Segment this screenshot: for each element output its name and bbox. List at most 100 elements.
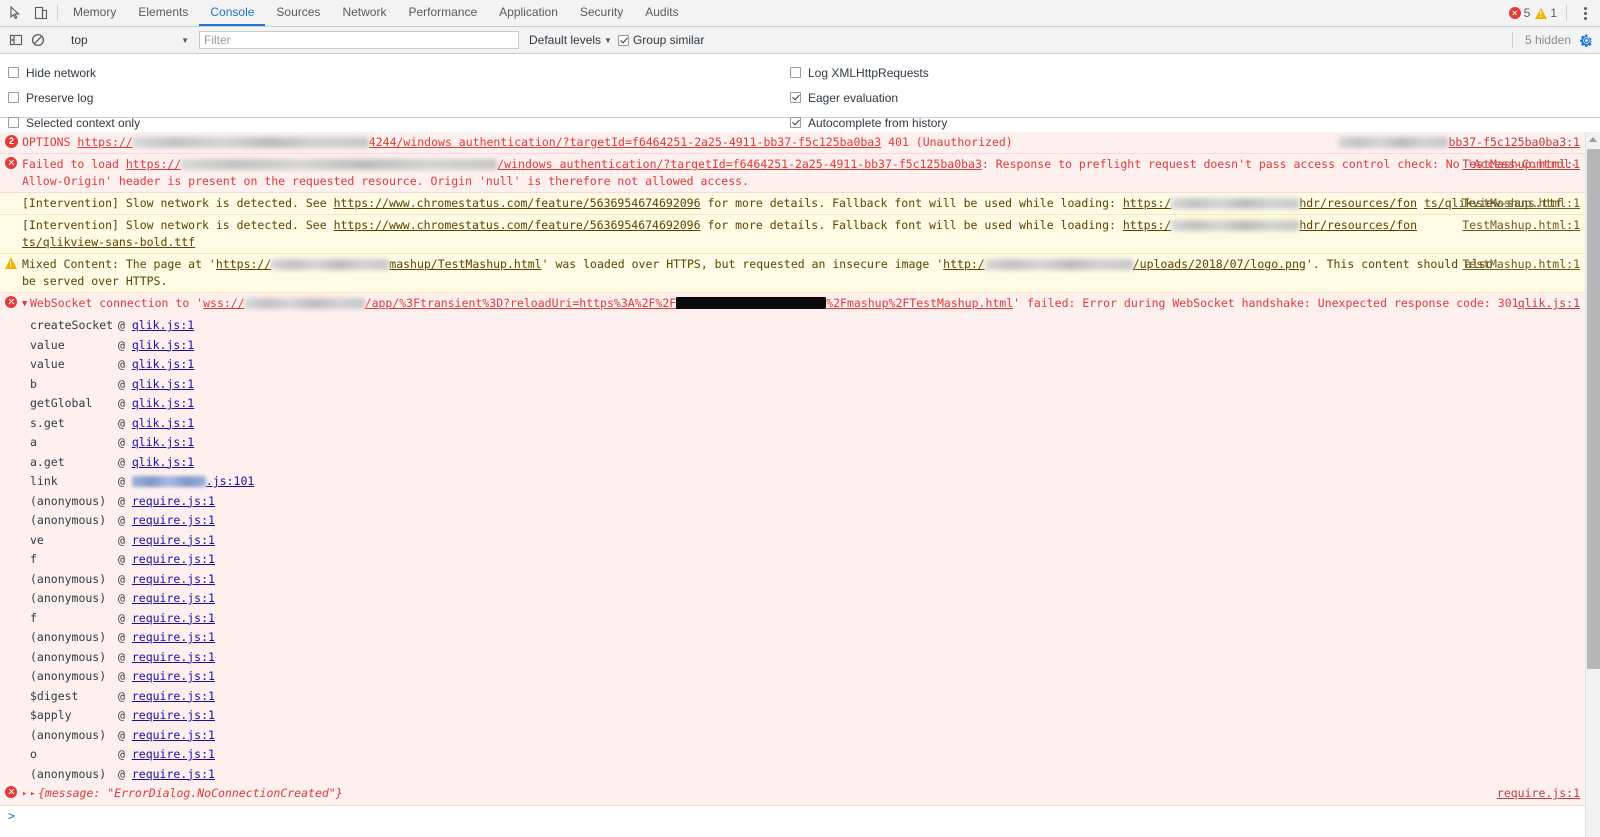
console-scrollbar[interactable] (1585, 132, 1600, 837)
stack-frame-link[interactable]: require.js:1 (132, 650, 215, 664)
preserve-log-checkbox[interactable] (8, 92, 19, 103)
stack-frame-link[interactable]: require.js:1 (132, 708, 215, 722)
stack-frame-link[interactable]: qlik.js:1 (132, 416, 194, 430)
filter-input[interactable] (199, 31, 519, 49)
stack-frame[interactable]: b @ qlik.js:1 (0, 373, 1600, 393)
stack-frame-link[interactable]: qlik.js:1 (132, 377, 194, 391)
console-message-cors-failure[interactable]: Failed to load https:///windows authenti… (0, 154, 1600, 193)
tab-memory[interactable]: Memory (62, 0, 127, 26)
tab-security[interactable]: Security (569, 0, 634, 26)
page-url[interactable]: https://mashup/TestMashup.html (216, 257, 542, 271)
kebab-menu-icon[interactable] (1576, 6, 1594, 20)
stack-frame-link[interactable]: require.js:1 (132, 513, 215, 527)
stack-frame-link[interactable]: require.js:1 (132, 572, 215, 586)
font-filename[interactable]: ts/qlikview-sans-bold.ttf (22, 234, 195, 251)
stack-frame-link[interactable]: qlik.js:1 (132, 357, 194, 371)
insecure-image-url[interactable]: http://uploads/2018/07/logo.png (943, 257, 1306, 271)
stack-frame[interactable]: (anonymous) @ require.js:1 (0, 510, 1600, 530)
stack-frame[interactable]: o @ require.js:1 (0, 744, 1600, 764)
tab-console[interactable]: Console (199, 0, 266, 26)
stack-frame[interactable]: $digest @ require.js:1 (0, 685, 1600, 705)
eager-evaluation-checkbox[interactable] (790, 92, 801, 103)
group-similar-checkbox[interactable] (617, 34, 629, 46)
stack-frame-link[interactable]: require.js:1 (132, 630, 215, 644)
stack-frame-link[interactable]: require.js:1 (132, 533, 215, 547)
clear-console-icon[interactable] (30, 32, 46, 48)
stack-frame-link[interactable]: require.js:1 (132, 611, 215, 625)
setting-log-xmlhttprequests[interactable]: Log XMLHttpRequests (790, 60, 947, 85)
stack-frame[interactable]: value @ qlik.js:1 (0, 354, 1600, 374)
setting-preserve-log[interactable]: Preserve log (8, 85, 140, 110)
stack-frame[interactable]: (anonymous) @ require.js:1 (0, 646, 1600, 666)
group-similar-toggle[interactable]: Group similar (617, 33, 704, 47)
stack-frame-link[interactable]: qlik.js:1 (132, 396, 194, 410)
console-message-list[interactable]: 2 OPTIONS https://4244/windows authentic… (0, 132, 1600, 837)
stack-frame-link[interactable]: require.js:1 (132, 494, 215, 508)
stack-frame[interactable]: f @ require.js:1 (0, 607, 1600, 627)
scrollbar-thumb[interactable] (1587, 149, 1600, 669)
font-url[interactable]: https:/hdr/resources/fon (1123, 196, 1417, 210)
message-source-link[interactable]: require.js:1 (1497, 785, 1580, 802)
message-source-link[interactable]: TestMashup.html:1 (1462, 217, 1580, 234)
websocket-url[interactable]: wss:///app/%3Ftransient%3D?reloadUri=htt… (203, 296, 1013, 310)
stack-frame-link[interactable]: qlik.js:1 (132, 338, 194, 352)
scroll-up-arrow-icon[interactable] (1589, 137, 1597, 142)
message-source-link[interactable]: bb37-f5c125ba0ba3:1 (1338, 134, 1580, 151)
tab-network[interactable]: Network (331, 0, 397, 26)
message-source-link[interactable]: TestMashup.html:1 (1462, 195, 1580, 212)
stack-frame-link[interactable]: qlik.js:1 (132, 318, 194, 332)
tab-audits[interactable]: Audits (634, 0, 689, 26)
stack-frame[interactable]: f @ require.js:1 (0, 549, 1600, 569)
stack-frame[interactable]: ve @ require.js:1 (0, 529, 1600, 549)
stack-frame-link[interactable]: require.js:1 (132, 552, 215, 566)
stack-frame-link[interactable]: qlik.js:1 (132, 435, 194, 449)
stack-frame[interactable]: a @ qlik.js:1 (0, 432, 1600, 452)
stack-frame-link[interactable]: require.js:1 (132, 767, 215, 781)
stack-frame[interactable]: (anonymous) @ require.js:1 (0, 763, 1600, 783)
stack-frame-link[interactable]: require.js:1 (132, 747, 215, 761)
stack-frame-link[interactable]: .js:101 (131, 474, 254, 488)
console-sidebar-icon[interactable] (8, 32, 24, 48)
hide-network-checkbox[interactable] (8, 67, 19, 78)
console-message-options-401[interactable]: 2 OPTIONS https://4244/windows authentic… (0, 132, 1600, 154)
stack-frame[interactable]: link @ .js:101 (0, 471, 1600, 491)
stack-frame[interactable]: s.get @ qlik.js:1 (0, 412, 1600, 432)
gear-icon[interactable] (1579, 33, 1594, 48)
stack-frame[interactable]: (anonymous) @ require.js:1 (0, 588, 1600, 608)
device-toolbar-icon[interactable] (33, 5, 49, 21)
stack-frame[interactable]: (anonymous) @ require.js:1 (0, 724, 1600, 744)
stack-frame[interactable]: $apply @ require.js:1 (0, 705, 1600, 725)
stack-frame[interactable]: (anonymous) @ require.js:1 (0, 666, 1600, 686)
message-source-link[interactable]: qlik.js:1 (1518, 295, 1580, 312)
autocomplete-from-history-checkbox[interactable] (790, 117, 801, 128)
stack-frame-link[interactable]: require.js:1 (132, 689, 215, 703)
chromestatus-link[interactable]: https://www.chromestatus.com/feature/563… (334, 196, 701, 210)
stack-frame[interactable]: value @ qlik.js:1 (0, 334, 1600, 354)
console-message-error-object[interactable]: ▸ ▸ {message: "ErrorDialog.NoConnectionCre… (0, 783, 1600, 806)
inspect-element-icon[interactable] (8, 5, 24, 21)
setting-eager-evaluation[interactable]: Eager evaluation (790, 85, 947, 110)
stack-frame[interactable]: (anonymous) @ require.js:1 (0, 568, 1600, 588)
stack-frame[interactable]: getGlobal @ qlik.js:1 (0, 393, 1600, 413)
log-xmlhttprequests-checkbox[interactable] (790, 67, 801, 78)
request-url[interactable]: https://4244/windows authentication/?tar… (77, 135, 881, 149)
stack-frame-link[interactable]: require.js:1 (132, 591, 215, 605)
tab-performance[interactable]: Performance (397, 0, 488, 26)
hidden-messages-count[interactable]: 5 hidden (1525, 33, 1571, 47)
stack-frame[interactable]: a.get @ qlik.js:1 (0, 451, 1600, 471)
warning-count-badge[interactable]: 1 (1535, 6, 1557, 20)
disclosure-triangle-icon[interactable]: ▼ (22, 296, 30, 313)
message-source-link[interactable]: TestMashup.html:1 (1462, 156, 1580, 173)
console-message-mixed-content[interactable]: Mixed Content: The page at 'https://mash… (0, 254, 1600, 293)
tab-application[interactable]: Application (488, 0, 569, 26)
disclosure-triangle-icon-2[interactable]: ▸ (30, 786, 38, 803)
disclosure-triangle-icon-1[interactable]: ▸ (22, 786, 30, 803)
console-message-websocket-failure[interactable]: ▼ WebSocket connection to 'wss:///app/%3F… (0, 293, 1600, 315)
tab-sources[interactable]: Sources (265, 0, 331, 26)
stack-frame[interactable]: createSocket @ qlik.js:1 (0, 315, 1600, 335)
error-count-badge[interactable]: × 5 (1508, 6, 1530, 20)
log-levels-select[interactable]: Default levels ▼ (529, 33, 612, 47)
stack-frame[interactable]: (anonymous) @ require.js:1 (0, 627, 1600, 647)
console-message-intervention-font-bold[interactable]: [Intervention] Slow network is detected.… (0, 215, 1600, 254)
chromestatus-link[interactable]: https://www.chromestatus.com/feature/563… (334, 218, 701, 232)
